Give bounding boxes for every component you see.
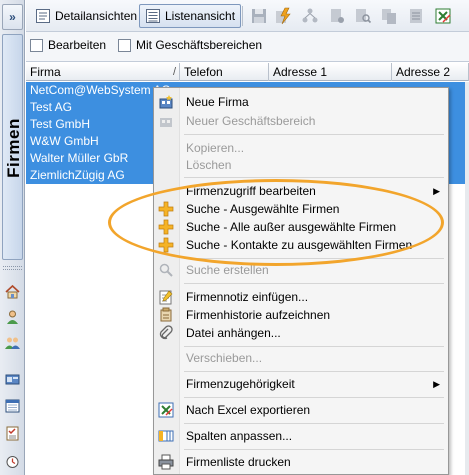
list-view-label: Listenansicht bbox=[165, 9, 236, 23]
timer-icon[interactable] bbox=[3, 452, 22, 471]
menu-item-attach-file[interactable]: Datei anhängen... bbox=[154, 323, 448, 343]
edit-checkbox-label: Bearbeiten bbox=[48, 38, 107, 52]
edit-checkbox-group[interactable]: Bearbeiten bbox=[30, 38, 106, 52]
menu-item-label: Spalten anpassen... bbox=[186, 429, 293, 443]
menu-item-label: Firmenhistorie aufzeichnen bbox=[186, 308, 331, 322]
document-settings-icon[interactable] bbox=[328, 7, 346, 25]
strip-divider bbox=[3, 266, 22, 270]
search-icon bbox=[159, 263, 173, 277]
left-navigation-strip: » Firmen bbox=[0, 0, 25, 475]
menu-item-label: Firmenzugriff bearbeiten bbox=[186, 184, 316, 198]
menu-item-label: Datei anhängen... bbox=[186, 326, 281, 340]
menu-item-record-company-history[interactable]: Firmenhistorie aufzeichnen bbox=[154, 305, 448, 325]
menu-item-label: Firmenzugehörigkeit bbox=[186, 377, 295, 391]
menu-separator bbox=[184, 258, 444, 259]
menu-item-search-contacts-of-selected[interactable]: Suche - Kontakte zu ausgewählten Firmen bbox=[154, 235, 448, 255]
menu-separator bbox=[184, 134, 444, 135]
menu-item-new-division: Neuer Geschäftsbereich bbox=[154, 111, 448, 131]
menu-separator bbox=[184, 397, 444, 398]
calendar-icon[interactable] bbox=[3, 396, 22, 415]
menu-separator bbox=[184, 283, 444, 284]
menu-item-label: Firmenliste drucken bbox=[186, 455, 291, 469]
menu-item-create-search: Suche erstellen bbox=[154, 260, 448, 280]
note-icon bbox=[159, 290, 173, 305]
divisions-checkbox[interactable] bbox=[118, 38, 131, 52]
new-division-icon bbox=[160, 118, 172, 127]
column-header-adresse-2[interactable]: Adresse 2 bbox=[392, 63, 469, 81]
printer-icon bbox=[158, 454, 174, 470]
menu-item-adjust-columns[interactable]: Spalten anpassen... bbox=[154, 426, 448, 446]
detail-view-button[interactable]: Detailansichten bbox=[29, 4, 143, 28]
menu-separator bbox=[184, 449, 444, 450]
vertical-tab-label: Firmen bbox=[3, 118, 23, 178]
menu-item-label: Löschen bbox=[186, 158, 232, 172]
menu-item-label: Verschieben... bbox=[186, 351, 263, 365]
vertical-scrollbar[interactable] bbox=[465, 82, 469, 475]
copy-lines-icon[interactable] bbox=[407, 7, 425, 25]
toolbar-separator bbox=[242, 6, 243, 26]
divisions-checkbox-label: Mit Geschäftsbereichen bbox=[136, 38, 263, 52]
menu-item-label: Suche erstellen bbox=[186, 263, 269, 277]
column-header-firma[interactable]: Firma bbox=[26, 63, 180, 81]
menu-item-delete: Löschen bbox=[154, 155, 448, 175]
menu-item-move: Verschieben... bbox=[154, 348, 448, 368]
document-search-icon[interactable] bbox=[354, 7, 372, 25]
menu-item-search-selected[interactable]: Suche - Ausgewählte Firmen bbox=[154, 199, 448, 219]
menu-item-label: Neue Firma bbox=[186, 95, 249, 109]
menu-separator bbox=[184, 423, 444, 424]
submenu-arrow-icon: ▶ bbox=[433, 186, 440, 196]
menu-item-new-company[interactable]: Neue Firma bbox=[154, 92, 448, 112]
people-icon[interactable] bbox=[3, 334, 22, 353]
plus-icon bbox=[158, 201, 174, 217]
list-view-button[interactable]: Listenansicht bbox=[139, 4, 242, 28]
menu-item-label: Neuer Geschäftsbereich bbox=[186, 114, 316, 128]
columns-icon bbox=[158, 430, 174, 442]
submenu-arrow-icon: ▶ bbox=[433, 379, 440, 389]
plus-icon bbox=[158, 219, 174, 235]
collapse-panel-button[interactable]: » bbox=[2, 4, 23, 30]
menu-item-label: Suche - Kontakte zu ausgewählten Firmen bbox=[186, 238, 413, 252]
vertical-tab-firmen[interactable]: Firmen bbox=[2, 34, 23, 260]
paperclip-icon bbox=[159, 325, 173, 340]
context-menu: Neue Firma Neuer Geschäftsbereich Kopier… bbox=[153, 87, 449, 475]
divisions-checkbox-group[interactable]: Mit Geschäftsbereichen bbox=[118, 38, 262, 52]
filter-bar: Bearbeiten Mit Geschäftsbereichen bbox=[26, 32, 469, 62]
new-company-icon bbox=[159, 95, 173, 109]
addressbook-icon[interactable] bbox=[3, 370, 22, 389]
plus-icon bbox=[158, 237, 174, 253]
excel-export-icon[interactable] bbox=[434, 7, 452, 25]
tasklist-icon[interactable] bbox=[3, 424, 22, 443]
column-header-telefon[interactable]: Telefon bbox=[180, 63, 269, 81]
grid-header: Firma / Telefon Adresse 1 Adresse 2 bbox=[26, 63, 469, 81]
menu-item-print-company-list[interactable]: Firmenliste drucken bbox=[154, 452, 448, 472]
network-icon[interactable] bbox=[301, 7, 319, 25]
menu-separator bbox=[184, 177, 444, 178]
copy-icon[interactable] bbox=[380, 7, 398, 25]
detail-view-label: Detailansichten bbox=[55, 9, 138, 23]
toolbar: Detailansichten Listenansicht bbox=[26, 0, 469, 32]
menu-item-edit-company-access[interactable]: Firmenzugriff bearbeiten ▶ bbox=[154, 181, 448, 201]
menu-item-export-excel[interactable]: Nach Excel exportieren bbox=[154, 400, 448, 420]
edit-checkbox[interactable] bbox=[30, 38, 43, 52]
column-header-adresse-1[interactable]: Adresse 1 bbox=[269, 63, 392, 81]
list-view-icon bbox=[146, 9, 160, 23]
menu-item-label: Firmennotiz einfügen... bbox=[186, 290, 309, 304]
history-icon bbox=[160, 307, 172, 322]
menu-item-insert-company-note[interactable]: Firmennotiz einfügen... bbox=[154, 287, 448, 307]
menu-item-search-all-except-selected[interactable]: Suche - Alle außer ausgewählte Firmen bbox=[154, 217, 448, 237]
menu-item-label: Suche - Alle außer ausgewählte Firmen bbox=[186, 220, 397, 234]
excel-icon bbox=[158, 402, 174, 418]
menu-item-label: Nach Excel exportieren bbox=[186, 403, 311, 417]
detail-view-icon bbox=[36, 9, 50, 23]
sort-indicator: / bbox=[173, 66, 177, 78]
save-icon[interactable] bbox=[250, 7, 268, 25]
home-icon[interactable] bbox=[3, 282, 22, 301]
lightning-icon[interactable] bbox=[274, 7, 292, 25]
menu-item-company-membership[interactable]: Firmenzugehörigkeit ▶ bbox=[154, 374, 448, 394]
menu-separator bbox=[184, 346, 444, 347]
menu-separator bbox=[184, 371, 444, 372]
person-icon[interactable] bbox=[3, 308, 22, 327]
menu-item-label: Suche - Ausgewählte Firmen bbox=[186, 202, 340, 216]
